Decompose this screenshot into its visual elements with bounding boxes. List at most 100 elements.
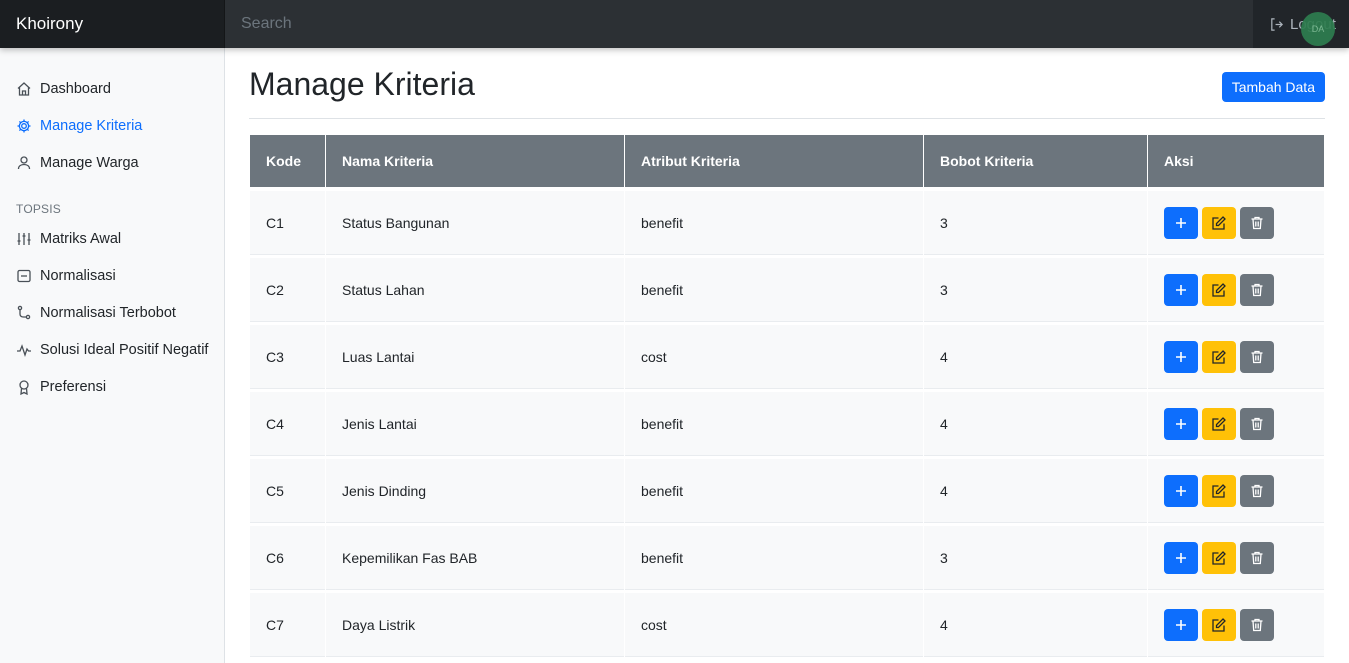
delete-button[interactable] xyxy=(1240,541,1274,574)
trash-icon xyxy=(1249,550,1265,566)
sidebar-item-dashboard[interactable]: Dashboard xyxy=(0,70,224,107)
logout-icon xyxy=(1271,17,1283,31)
column-header-atribut: Atribut Kriteria xyxy=(625,135,923,187)
cell-kode: C7 xyxy=(250,593,325,656)
cell-bobot: 4 xyxy=(924,593,1147,656)
column-header-nama: Nama Kriteria xyxy=(326,135,624,187)
add-sub-button[interactable] xyxy=(1164,474,1198,507)
table-row: C6 Kepemilikan Fas BAB benefit 3 xyxy=(250,526,1324,589)
trash-icon xyxy=(1249,282,1265,298)
cell-aksi xyxy=(1148,392,1324,455)
column-header-aksi: Aksi xyxy=(1148,135,1324,187)
delete-button[interactable] xyxy=(1240,340,1274,373)
cell-atribut: cost xyxy=(625,593,923,656)
cell-atribut: benefit xyxy=(625,392,923,455)
trash-icon xyxy=(1249,416,1265,432)
cell-aksi xyxy=(1148,459,1324,522)
avatar[interactable]: DA xyxy=(1301,12,1335,46)
sidebar-item-label: Dashboard xyxy=(40,80,111,97)
sidebar-item-normalisasi[interactable]: Normalisasi xyxy=(0,257,224,294)
add-sub-button[interactable] xyxy=(1164,541,1198,574)
kriteria-table: Kode Nama Kriteria Atribut Kriteria Bobo… xyxy=(249,131,1325,660)
award-icon xyxy=(16,379,40,395)
table-row: C1 Status Bangunan benefit 3 xyxy=(250,191,1324,254)
plus-icon xyxy=(1173,349,1189,365)
logout-link[interactable]: Logout DA xyxy=(1253,0,1349,48)
row-actions xyxy=(1164,474,1324,507)
cell-aksi xyxy=(1148,526,1324,589)
edit-icon xyxy=(1211,550,1227,566)
cell-nama: Status Lahan xyxy=(326,258,624,321)
table-row: C7 Daya Listrik cost 4 xyxy=(250,593,1324,656)
delete-button[interactable] xyxy=(1240,608,1274,641)
cell-bobot: 3 xyxy=(924,191,1147,254)
sidebar-item-label: Manage Kriteria xyxy=(40,117,143,134)
cell-atribut: benefit xyxy=(625,191,923,254)
brand-name[interactable]: Khoirony xyxy=(0,0,225,48)
edit-icon xyxy=(1211,416,1227,432)
edit-icon xyxy=(1211,483,1227,499)
add-data-button[interactable]: Tambah Data xyxy=(1221,72,1325,102)
edit-button[interactable] xyxy=(1202,340,1236,373)
row-actions xyxy=(1164,407,1324,440)
sidebar-item-manage-kriteria[interactable]: Manage Kriteria xyxy=(0,107,224,144)
column-header-bobot: Bobot Kriteria xyxy=(924,135,1147,187)
edit-button[interactable] xyxy=(1202,474,1236,507)
edit-button[interactable] xyxy=(1202,608,1236,641)
plus-icon xyxy=(1173,282,1189,298)
sidebar-item-manage-warga[interactable]: Manage Warga xyxy=(0,144,224,181)
plus-icon xyxy=(1173,617,1189,633)
add-sub-button[interactable] xyxy=(1164,340,1198,373)
add-sub-button[interactable] xyxy=(1164,407,1198,440)
sidebar-item-label: Preferensi xyxy=(40,378,107,395)
cell-nama: Luas Lantai xyxy=(326,325,624,388)
cell-nama: Status Bangunan xyxy=(326,191,624,254)
search-input[interactable] xyxy=(225,0,1253,48)
sidebar-item-label: Normalisasi Terbobot xyxy=(40,304,176,321)
edit-button[interactable] xyxy=(1202,206,1236,239)
box-icon xyxy=(16,268,40,284)
sidebar-item-label: Solusi Ideal Positif Negatif xyxy=(40,341,209,358)
edit-button[interactable] xyxy=(1202,541,1236,574)
cell-nama: Jenis Lantai xyxy=(326,392,624,455)
cell-bobot: 4 xyxy=(924,392,1147,455)
row-actions xyxy=(1164,206,1324,239)
sidebar-item-label: Matriks Awal xyxy=(40,230,122,247)
row-actions xyxy=(1164,273,1324,306)
activity-icon xyxy=(16,342,40,358)
cell-aksi xyxy=(1148,258,1324,321)
cell-atribut: benefit xyxy=(625,258,923,321)
edit-button[interactable] xyxy=(1202,273,1236,306)
column-header-kode: Kode xyxy=(250,135,325,187)
cell-aksi xyxy=(1148,593,1324,656)
branch-icon xyxy=(16,305,40,321)
table-row: C4 Jenis Lantai benefit 4 xyxy=(250,392,1324,455)
sliders-icon xyxy=(16,231,40,247)
add-sub-button[interactable] xyxy=(1164,608,1198,641)
cell-nama: Daya Listrik xyxy=(326,593,624,656)
main-content: Manage Kriteria Tambah Data Kode Nama Kr… xyxy=(249,48,1325,660)
sidebar-item-preferensi[interactable]: Preferensi xyxy=(0,368,224,405)
edit-icon xyxy=(1211,349,1227,365)
edit-icon xyxy=(1211,215,1227,231)
add-sub-button[interactable] xyxy=(1164,206,1198,239)
edit-button[interactable] xyxy=(1202,407,1236,440)
sidebar-item-solusi-ideal[interactable]: Solusi Ideal Positif Negatif xyxy=(0,331,224,368)
delete-button[interactable] xyxy=(1240,273,1274,306)
cell-atribut: cost xyxy=(625,325,923,388)
sidebar-item-matriks-awal[interactable]: Matriks Awal xyxy=(0,220,224,257)
home-icon xyxy=(16,81,40,97)
cell-kode: C1 xyxy=(250,191,325,254)
sidebar-item-normalisasi-terbobot[interactable]: Normalisasi Terbobot xyxy=(0,294,224,331)
cell-aksi xyxy=(1148,191,1324,254)
cell-bobot: 4 xyxy=(924,325,1147,388)
sidebar-section-heading: TOPSIS xyxy=(16,202,61,216)
cell-kode: C4 xyxy=(250,392,325,455)
delete-button[interactable] xyxy=(1240,407,1274,440)
row-actions xyxy=(1164,608,1324,641)
table-row: C2 Status Lahan benefit 3 xyxy=(250,258,1324,321)
add-sub-button[interactable] xyxy=(1164,273,1198,306)
gear-icon xyxy=(16,118,40,134)
delete-button[interactable] xyxy=(1240,206,1274,239)
delete-button[interactable] xyxy=(1240,474,1274,507)
